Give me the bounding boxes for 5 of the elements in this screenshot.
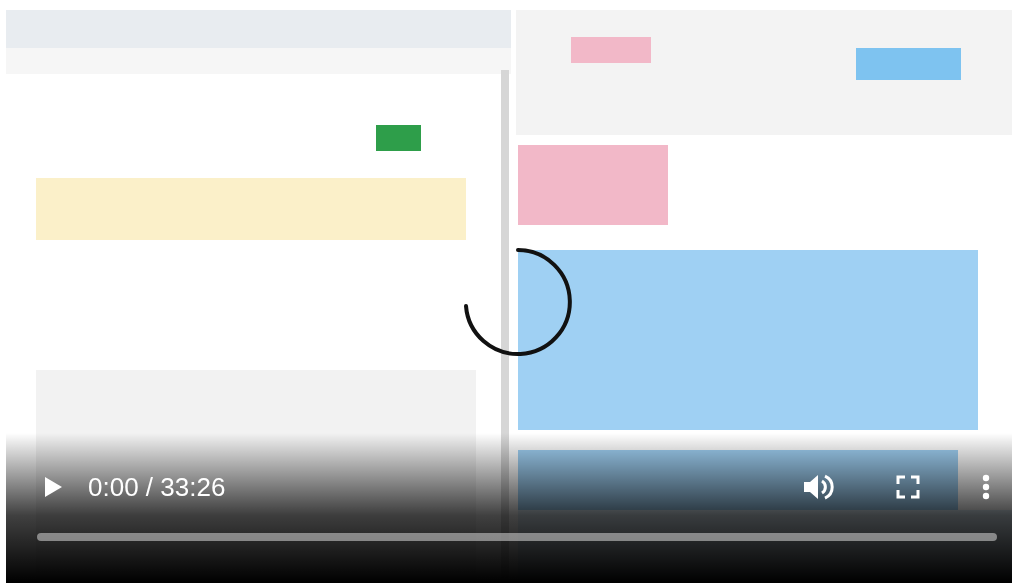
- fullscreen-icon: [896, 475, 920, 499]
- more-icon: [982, 474, 990, 500]
- play-icon: [42, 475, 64, 499]
- speaker-icon: [802, 472, 834, 502]
- time-display: 0:00 / 33:26: [88, 471, 226, 503]
